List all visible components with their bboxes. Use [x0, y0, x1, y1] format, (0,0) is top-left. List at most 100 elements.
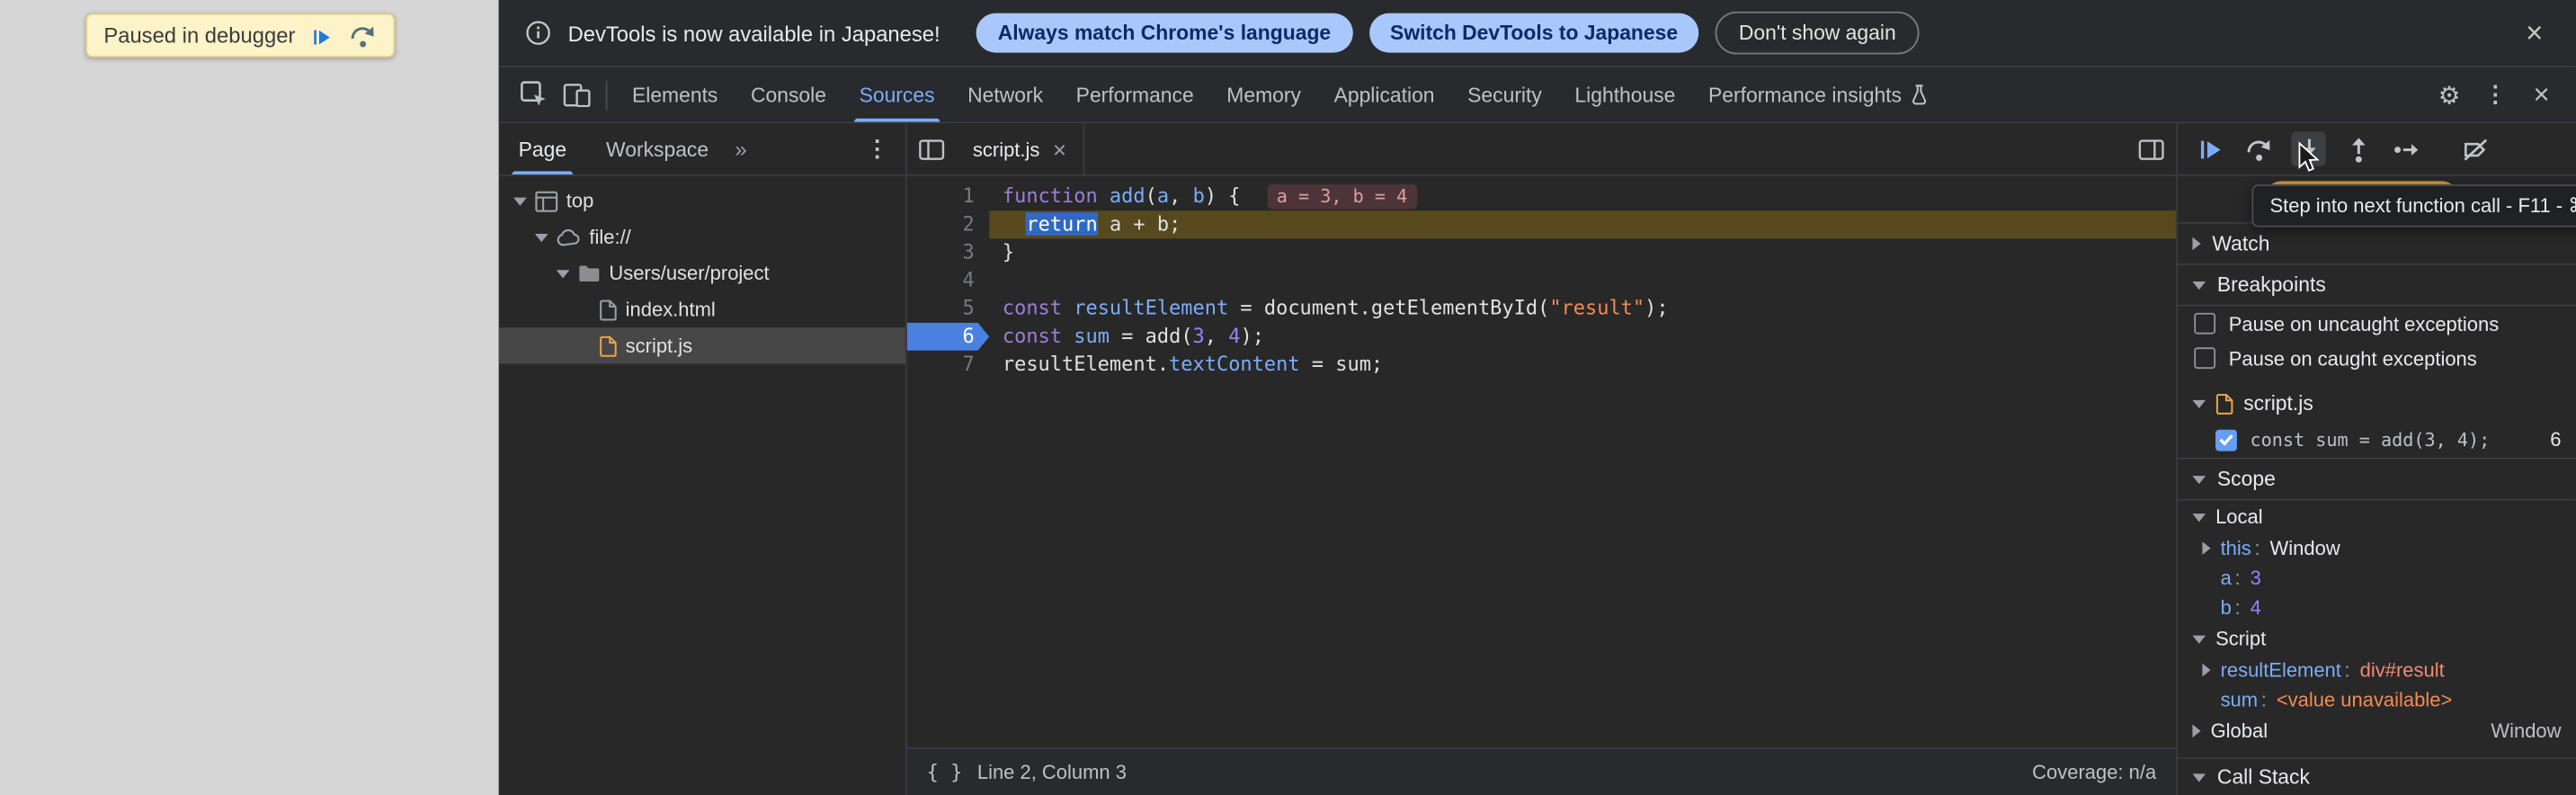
- devtools-close-icon[interactable]: ×: [2520, 73, 2563, 116]
- scope-var-b: b:4: [2178, 593, 2576, 622]
- tab-console[interactable]: Console: [735, 67, 843, 121]
- navigator-tabbar: PageWorkspace » ⋮: [499, 123, 905, 176]
- debugger-toolbar: [2178, 123, 2576, 176]
- breakpoint-code-snippet: const sum = add(3, 4);: [2251, 429, 2537, 451]
- scope-group-global[interactable]: GlobalWindow: [2178, 715, 2576, 748]
- gutter-line-number[interactable]: 1: [907, 183, 990, 210]
- infobar-button-switch-devtools-to-japanese[interactable]: Switch DevTools to Japanese: [1368, 13, 1699, 53]
- step-over-icon[interactable]: [350, 22, 378, 49]
- tab-lighthouse[interactable]: Lighthouse: [1558, 67, 1692, 121]
- breakpoints-section-label: Breakpoints: [2217, 273, 2326, 297]
- chevron-down-icon: [2192, 475, 2206, 483]
- gutter-line-number[interactable]: 4: [907, 267, 990, 295]
- tab-close-icon[interactable]: ×: [1053, 136, 1066, 162]
- more-menu-icon[interactable]: ⋮: [2473, 73, 2517, 116]
- checkbox[interactable]: [2194, 313, 2215, 335]
- step-into-tooltip: Step into next function call - F11 - ⌘ ;: [2251, 184, 2576, 228]
- infobar-close-icon[interactable]: ×: [2519, 18, 2550, 48]
- tab-elements[interactable]: Elements: [616, 67, 735, 121]
- paused-banner-label: Paused in debugger: [103, 23, 295, 48]
- info-icon: [525, 20, 551, 46]
- paused-in-debugger-banner: Paused in debugger: [85, 13, 396, 58]
- tree-item-label: index.html: [626, 298, 716, 321]
- tab-security[interactable]: Security: [1451, 67, 1558, 121]
- step-icon[interactable]: [2390, 131, 2424, 165]
- tree-item-file-[interactable]: file://: [499, 219, 905, 255]
- breakpoint-group-label: script.js: [2243, 392, 2313, 415]
- page-background: [0, 0, 499, 795]
- js-file-icon: [2215, 393, 2233, 415]
- scope-group-local[interactable]: Local: [2178, 501, 2576, 534]
- section-call-stack[interactable]: Call Stack: [2178, 757, 2576, 795]
- breakpoint-checkbox[interactable]: [2215, 429, 2237, 451]
- step-out-icon[interactable]: [2340, 131, 2375, 165]
- code-token: ) {: [1205, 184, 1241, 208]
- expander-open-icon[interactable]: [533, 233, 548, 241]
- scope-group-script[interactable]: Script: [2178, 622, 2576, 656]
- deactivate-breakpoints-icon[interactable]: [2457, 131, 2491, 165]
- tab-sources[interactable]: Sources: [842, 67, 951, 121]
- pretty-print-icon[interactable]: { }: [927, 761, 963, 784]
- tab-application[interactable]: Application: [1317, 67, 1451, 121]
- code-token: a + b;: [1098, 212, 1181, 236]
- code-token: resultElement: [1074, 297, 1228, 320]
- inspect-icon[interactable]: [512, 73, 555, 116]
- navigator-more-icon[interactable]: ⋮: [850, 135, 905, 163]
- more-tabs-icon[interactable]: »: [728, 137, 753, 161]
- resume-icon[interactable]: [2192, 131, 2226, 165]
- section-watch[interactable]: Watch: [2178, 224, 2576, 265]
- code-line: 6const sum = add(3, 4);: [907, 323, 2176, 351]
- tab-network[interactable]: Network: [951, 67, 1060, 121]
- gutter-line-number[interactable]: 2: [907, 210, 990, 238]
- tab-performance-insights[interactable]: Performance insights: [1692, 67, 1947, 121]
- device-toolbar-icon[interactable]: [555, 73, 598, 116]
- tab-memory[interactable]: Memory: [1210, 67, 1317, 121]
- js-icon: [599, 335, 617, 357]
- code-line: 5const resultElement = document.getEleme…: [907, 295, 2176, 323]
- infobar-message: DevTools is now available in Japanese!: [568, 21, 940, 45]
- section-scope[interactable]: Scope: [2178, 458, 2576, 501]
- editor-pane: script.js × 1function add(a, b) {a = 3, …: [907, 123, 2176, 795]
- toggle-debugger-sidebar-icon[interactable]: [2126, 123, 2176, 174]
- breakpoint-group-scriptjs[interactable]: script.js: [2178, 385, 2576, 421]
- code-token: 4: [1228, 325, 1240, 348]
- cloud-icon: [557, 228, 581, 246]
- expander-open-icon[interactable]: [555, 269, 569, 277]
- gutter-line-number[interactable]: 5: [907, 295, 990, 323]
- breakpoint-entry[interactable]: const sum = add(3, 4);6: [2178, 422, 2576, 458]
- scope-var-this[interactable]: this:Window: [2178, 533, 2576, 563]
- section-breakpoints[interactable]: Breakpoints: [2178, 265, 2576, 307]
- tab-performance[interactable]: Performance: [1059, 67, 1210, 121]
- checkbox[interactable]: [2194, 347, 2215, 369]
- step-over-icon[interactable]: [2242, 131, 2276, 165]
- code-token: b: [1193, 184, 1205, 208]
- navigator-tab-page[interactable]: Page: [499, 123, 586, 174]
- dont-show-again-button[interactable]: Don't show again: [1716, 12, 1919, 55]
- file-tab-scriptjs[interactable]: script.js ×: [957, 123, 1085, 174]
- gutter-line-number[interactable]: 7: [907, 351, 990, 379]
- tree-item-index-html[interactable]: index.html: [499, 291, 905, 327]
- triangle-icon: [2192, 513, 2206, 521]
- scope-colon: :: [2261, 688, 2267, 711]
- resume-icon[interactable]: [312, 24, 334, 46]
- tree-item-top[interactable]: top: [499, 183, 905, 219]
- scope-section-label: Scope: [2217, 468, 2276, 491]
- toggle-navigator-icon[interactable]: [907, 123, 957, 174]
- gutter-line-number[interactable]: 3: [907, 238, 990, 266]
- code-line-content: resultElement.textContent = sum;: [989, 351, 2176, 379]
- infobar-button-always-match-chrome-s-language[interactable]: Always match Chrome's language: [976, 13, 1352, 53]
- breakpoint-marker[interactable]: 6: [907, 323, 990, 351]
- code-line: 4: [907, 267, 2176, 295]
- tree-item-script-js[interactable]: script.js: [499, 327, 905, 363]
- expand-triangle-icon[interactable]: [2199, 541, 2214, 555]
- navigator-tab-workspace[interactable]: Workspace: [586, 123, 728, 174]
- expand-triangle-icon[interactable]: [2199, 664, 2214, 677]
- code-area: 1function add(a, b) {a = 3, b = 42 retur…: [907, 183, 2176, 379]
- scope-var-resultelement[interactable]: resultElement:div#result: [2178, 656, 2576, 685]
- settings-icon[interactable]: ⚙: [2428, 73, 2471, 116]
- expander-open-icon[interactable]: [512, 197, 526, 205]
- scope-var-name: resultElement: [2221, 658, 2341, 682]
- tree-item-users-user-project[interactable]: Users/user/project: [499, 255, 905, 291]
- tree-item-label: script.js: [626, 335, 692, 358]
- code-token: add: [1110, 184, 1145, 208]
